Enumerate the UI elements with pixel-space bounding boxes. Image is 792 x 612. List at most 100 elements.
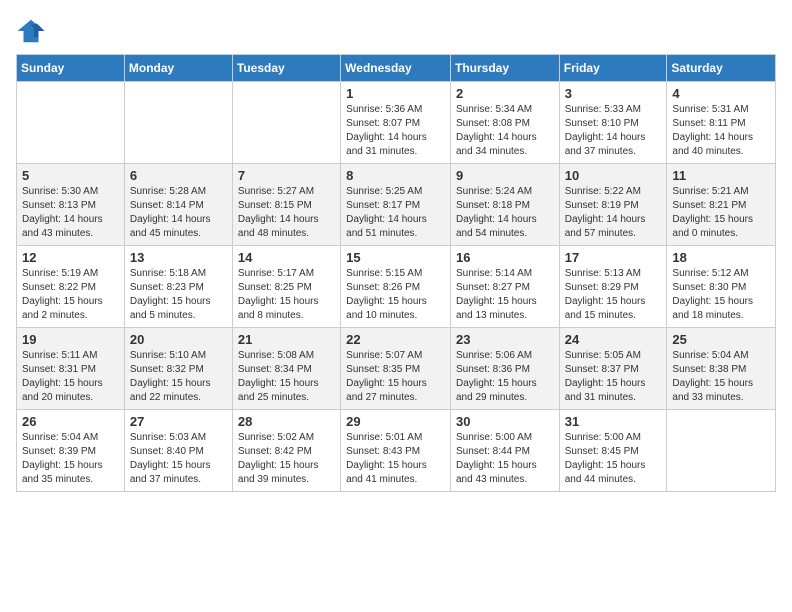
day-info: Sunrise: 5:31 AM Sunset: 8:11 PM Dayligh… <box>672 103 770 159</box>
day-number: 25 <box>672 332 770 347</box>
calendar-cell: 31 Sunrise: 5:00 AM Sunset: 8:45 PM Dayli… <box>559 410 667 492</box>
weekday-header-sunday: Sunday <box>17 55 125 82</box>
day-info: Sunrise: 5:03 AM Sunset: 8:40 PM Dayligh… <box>130 431 227 487</box>
day-info: Sunrise: 5:06 AM Sunset: 8:36 PM Dayligh… <box>456 349 554 405</box>
day-info: Sunrise: 5:04 AM Sunset: 8:39 PM Dayligh… <box>22 431 119 487</box>
calendar-cell <box>124 82 232 164</box>
calendar-cell: 26 Sunrise: 5:04 AM Sunset: 8:39 PM Dayli… <box>17 410 125 492</box>
weekday-header-monday: Monday <box>124 55 232 82</box>
day-number: 30 <box>456 414 554 429</box>
day-info: Sunrise: 5:28 AM Sunset: 8:14 PM Dayligh… <box>130 185 227 241</box>
calendar-cell: 30 Sunrise: 5:00 AM Sunset: 8:44 PM Dayli… <box>450 410 559 492</box>
calendar-cell: 11Sunrise: 5:21 AM Sunset: 8:21 PM Dayli… <box>667 164 776 246</box>
calendar-week-3: 12 Sunrise: 5:19 AM Sunset: 8:22 PM Dayli… <box>17 246 776 328</box>
weekday-header-tuesday: Tuesday <box>232 55 340 82</box>
day-number: 15 <box>346 250 445 265</box>
weekday-header-thursday: Thursday <box>450 55 559 82</box>
day-number: 27 <box>130 414 227 429</box>
day-info: Sunrise: 5:22 AM Sunset: 8:19 PM Dayligh… <box>565 185 662 241</box>
day-number: 2 <box>456 86 554 101</box>
calendar-cell: 15 Sunrise: 5:15 AM Sunset: 8:26 PM Dayli… <box>341 246 451 328</box>
calendar-week-2: 5 Sunrise: 5:30 AM Sunset: 8:13 PM Daylig… <box>17 164 776 246</box>
calendar-cell: 14 Sunrise: 5:17 AM Sunset: 8:25 PM Dayli… <box>232 246 340 328</box>
day-number: 29 <box>346 414 445 429</box>
day-info: Sunrise: 5:30 AM Sunset: 8:13 PM Dayligh… <box>22 185 119 241</box>
day-info: Sunrise: 5:27 AM Sunset: 8:15 PM Dayligh… <box>238 185 335 241</box>
day-info: Sunrise: 5:01 AM Sunset: 8:43 PM Dayligh… <box>346 431 445 487</box>
calendar-cell <box>232 82 340 164</box>
day-info: Sunrise: 5:07 AM Sunset: 8:35 PM Dayligh… <box>346 349 445 405</box>
day-info: Sunrise: 5:33 AM Sunset: 8:10 PM Dayligh… <box>565 103 662 159</box>
day-info: Sunrise: 5:24 AM Sunset: 8:18 PM Dayligh… <box>456 185 554 241</box>
day-info: Sunrise: 5:15 AM Sunset: 8:26 PM Dayligh… <box>346 267 445 323</box>
day-info: Sunrise: 5:21 AM Sunset: 8:21 PM Dayligh… <box>672 185 770 241</box>
calendar-cell: 5 Sunrise: 5:30 AM Sunset: 8:13 PM Daylig… <box>17 164 125 246</box>
day-number: 23 <box>456 332 554 347</box>
calendar-cell: 28 Sunrise: 5:02 AM Sunset: 8:42 PM Dayli… <box>232 410 340 492</box>
calendar-header: SundayMondayTuesdayWednesdayThursdayFrid… <box>17 55 776 82</box>
calendar-cell: 29 Sunrise: 5:01 AM Sunset: 8:43 PM Dayli… <box>341 410 451 492</box>
weekday-header-saturday: Saturday <box>667 55 776 82</box>
calendar-cell: 17 Sunrise: 5:13 AM Sunset: 8:29 PM Dayli… <box>559 246 667 328</box>
day-number: 20 <box>130 332 227 347</box>
calendar-cell: 20 Sunrise: 5:10 AM Sunset: 8:32 PM Dayli… <box>124 328 232 410</box>
day-info: Sunrise: 5:05 AM Sunset: 8:37 PM Dayligh… <box>565 349 662 405</box>
day-number: 16 <box>456 250 554 265</box>
calendar-cell: 16 Sunrise: 5:14 AM Sunset: 8:27 PM Dayli… <box>450 246 559 328</box>
day-info: Sunrise: 5:13 AM Sunset: 8:29 PM Dayligh… <box>565 267 662 323</box>
calendar-cell: 3Sunrise: 5:33 AM Sunset: 8:10 PM Daylig… <box>559 82 667 164</box>
weekday-row: SundayMondayTuesdayWednesdayThursdayFrid… <box>17 55 776 82</box>
logo <box>16 16 50 46</box>
day-number: 31 <box>565 414 662 429</box>
calendar-cell: 6Sunrise: 5:28 AM Sunset: 8:14 PM Daylig… <box>124 164 232 246</box>
calendar-cell: 4 Sunrise: 5:31 AM Sunset: 8:11 PM Daylig… <box>667 82 776 164</box>
day-number: 13 <box>130 250 227 265</box>
calendar-cell <box>667 410 776 492</box>
calendar-cell: 24Sunrise: 5:05 AM Sunset: 8:37 PM Dayli… <box>559 328 667 410</box>
day-info: Sunrise: 5:04 AM Sunset: 8:38 PM Dayligh… <box>672 349 770 405</box>
calendar-cell <box>17 82 125 164</box>
calendar-cell: 18Sunrise: 5:12 AM Sunset: 8:30 PM Dayli… <box>667 246 776 328</box>
calendar-cell: 25 Sunrise: 5:04 AM Sunset: 8:38 PM Dayli… <box>667 328 776 410</box>
day-info: Sunrise: 5:14 AM Sunset: 8:27 PM Dayligh… <box>456 267 554 323</box>
calendar-week-4: 19 Sunrise: 5:11 AM Sunset: 8:31 PM Dayli… <box>17 328 776 410</box>
day-info: Sunrise: 5:00 AM Sunset: 8:45 PM Dayligh… <box>565 431 662 487</box>
day-number: 18 <box>672 250 770 265</box>
day-number: 9 <box>456 168 554 183</box>
day-info: Sunrise: 5:17 AM Sunset: 8:25 PM Dayligh… <box>238 267 335 323</box>
day-info: Sunrise: 5:10 AM Sunset: 8:32 PM Dayligh… <box>130 349 227 405</box>
page: SundayMondayTuesdayWednesdayThursdayFrid… <box>0 0 792 502</box>
day-number: 12 <box>22 250 119 265</box>
logo-icon <box>16 16 46 46</box>
calendar-cell: 22 Sunrise: 5:07 AM Sunset: 8:35 PM Dayli… <box>341 328 451 410</box>
day-number: 5 <box>22 168 119 183</box>
header <box>16 16 776 46</box>
calendar-cell: 2 Sunrise: 5:34 AM Sunset: 8:08 PM Daylig… <box>450 82 559 164</box>
day-info: Sunrise: 5:00 AM Sunset: 8:44 PM Dayligh… <box>456 431 554 487</box>
day-number: 7 <box>238 168 335 183</box>
calendar-week-5: 26 Sunrise: 5:04 AM Sunset: 8:39 PM Dayli… <box>17 410 776 492</box>
calendar-week-1: 1 Sunrise: 5:36 AM Sunset: 8:07 PM Daylig… <box>17 82 776 164</box>
day-number: 14 <box>238 250 335 265</box>
day-info: Sunrise: 5:11 AM Sunset: 8:31 PM Dayligh… <box>22 349 119 405</box>
day-number: 22 <box>346 332 445 347</box>
day-number: 26 <box>22 414 119 429</box>
calendar-cell: 21Sunrise: 5:08 AM Sunset: 8:34 PM Dayli… <box>232 328 340 410</box>
day-info: Sunrise: 5:18 AM Sunset: 8:23 PM Dayligh… <box>130 267 227 323</box>
calendar-table: SundayMondayTuesdayWednesdayThursdayFrid… <box>16 54 776 492</box>
day-number: 4 <box>672 86 770 101</box>
day-info: Sunrise: 5:25 AM Sunset: 8:17 PM Dayligh… <box>346 185 445 241</box>
calendar-cell: 12 Sunrise: 5:19 AM Sunset: 8:22 PM Dayli… <box>17 246 125 328</box>
weekday-header-wednesday: Wednesday <box>341 55 451 82</box>
day-info: Sunrise: 5:34 AM Sunset: 8:08 PM Dayligh… <box>456 103 554 159</box>
calendar-body: 1 Sunrise: 5:36 AM Sunset: 8:07 PM Daylig… <box>17 82 776 492</box>
day-info: Sunrise: 5:19 AM Sunset: 8:22 PM Dayligh… <box>22 267 119 323</box>
day-info: Sunrise: 5:02 AM Sunset: 8:42 PM Dayligh… <box>238 431 335 487</box>
day-number: 1 <box>346 86 445 101</box>
calendar-cell: 7 Sunrise: 5:27 AM Sunset: 8:15 PM Daylig… <box>232 164 340 246</box>
weekday-header-friday: Friday <box>559 55 667 82</box>
day-number: 28 <box>238 414 335 429</box>
day-info: Sunrise: 5:36 AM Sunset: 8:07 PM Dayligh… <box>346 103 445 159</box>
day-number: 19 <box>22 332 119 347</box>
day-number: 17 <box>565 250 662 265</box>
